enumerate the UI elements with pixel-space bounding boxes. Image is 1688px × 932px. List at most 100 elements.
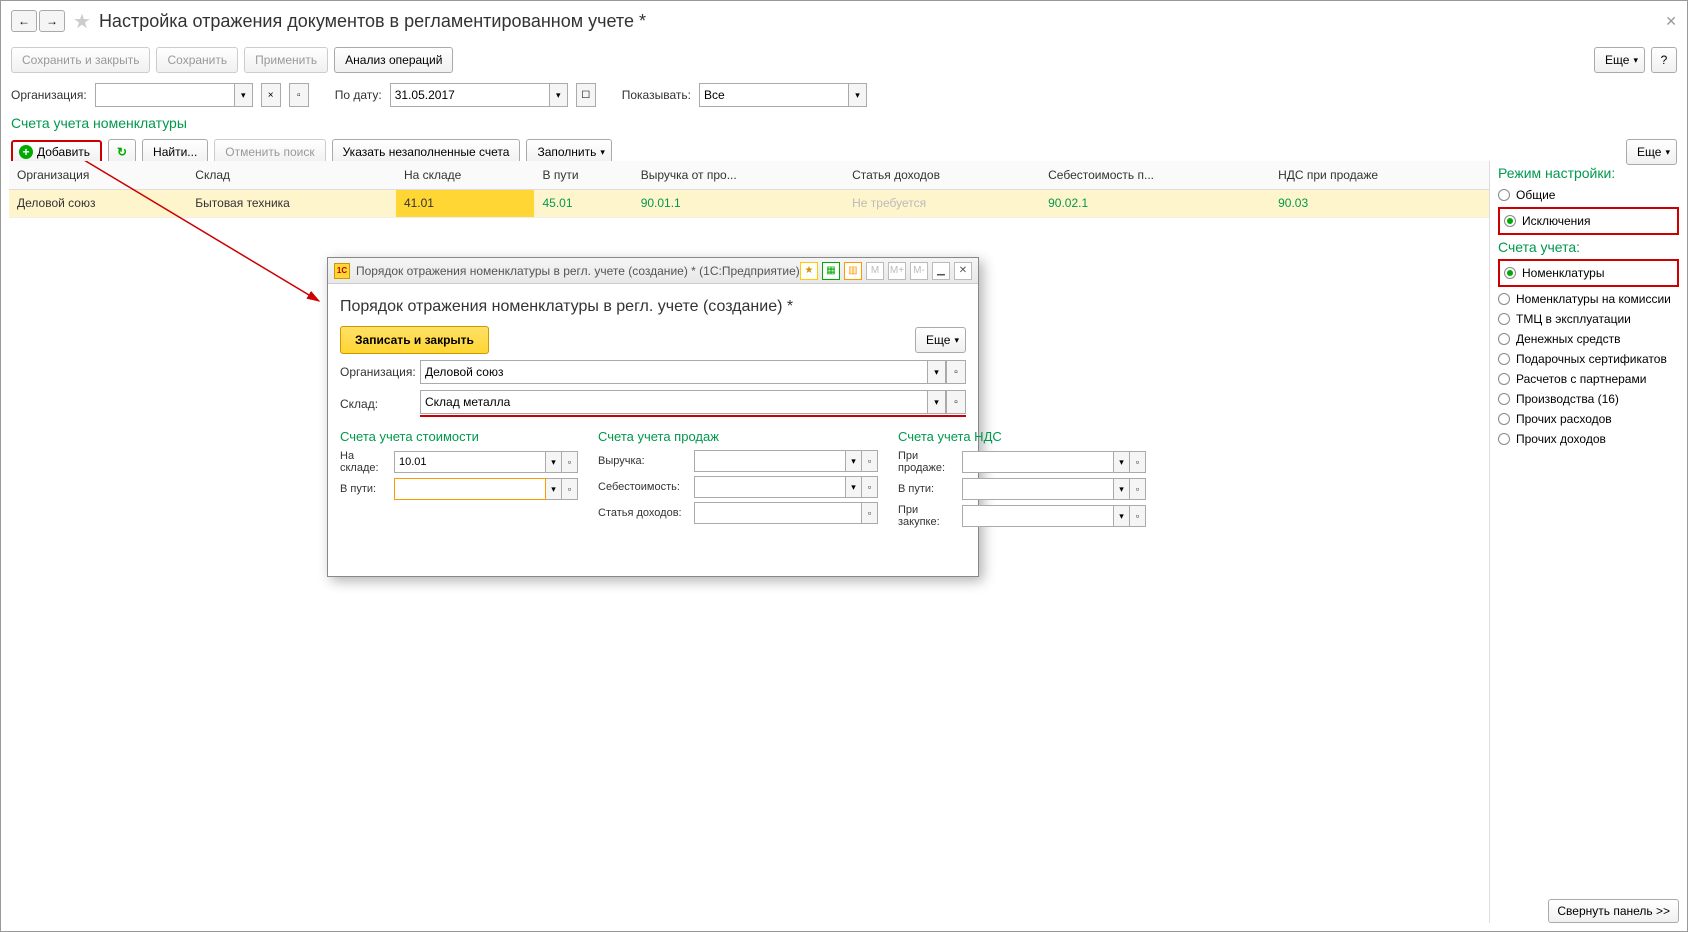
nds-buy-label: При закупке: [898, 504, 958, 528]
nds-buy-input[interactable]: ▾▫ [962, 505, 1146, 527]
acc-nomen-kom-radio[interactable]: Номенклатуры на комиссии [1498, 289, 1679, 309]
calendar-icon[interactable]: ☐ [576, 83, 596, 107]
dlg-sklad-label: Склад: [340, 397, 420, 411]
acc-cash-radio[interactable]: Денежных средств [1498, 329, 1679, 349]
grid-icon[interactable]: ▦ [822, 262, 840, 280]
acc-partners-radio[interactable]: Расчетов с партнерами [1498, 369, 1679, 389]
date-input[interactable]: ▾ [390, 83, 568, 107]
chevron-down-icon[interactable]: ▾ [849, 83, 867, 107]
col-statya[interactable]: Статья доходов [844, 161, 1040, 189]
accounts-head: Счета учета: [1498, 239, 1679, 255]
radio-icon [1504, 215, 1516, 227]
save-button[interactable]: Сохранить [156, 47, 238, 73]
filter-row: Организация: ▾ × ▫ По дату: ▾ ☐ Показыва… [1, 79, 1687, 111]
collapse-panel-button[interactable]: Свернуть панель >> [1548, 899, 1679, 923]
more-button[interactable]: Еще [1594, 47, 1645, 73]
chevron-down-icon[interactable]: ▾ [1114, 451, 1130, 473]
acc-nomen-radio[interactable]: Номенклатуры [1504, 263, 1673, 283]
dialog-more-button[interactable]: Еще [915, 327, 966, 353]
chevron-down-icon[interactable]: ▾ [928, 360, 946, 384]
help-button[interactable]: ? [1651, 47, 1677, 73]
nav-back-button[interactable]: ← [11, 10, 37, 32]
mode-common-radio[interactable]: Общие [1498, 185, 1679, 205]
dlg-sklad-input[interactable]: ▾ [420, 390, 946, 414]
org-input[interactable]: ▾ [95, 83, 253, 107]
acc-prod-radio[interactable]: Производства (16) [1498, 389, 1679, 409]
org-clear-button[interactable]: × [261, 83, 281, 107]
m-minus-button[interactable]: M- [910, 262, 928, 280]
radio-icon [1498, 333, 1510, 345]
nds-sale-input[interactable]: ▾▫ [962, 451, 1146, 473]
app-window: ← → ★ Настройка отражения документов в р… [0, 0, 1688, 932]
show-input[interactable]: ▾ [699, 83, 867, 107]
chevron-down-icon[interactable]: ▾ [928, 390, 946, 414]
col-nds[interactable]: НДС при продаже [1270, 161, 1489, 189]
radio-icon [1498, 189, 1510, 201]
inway-input[interactable]: ▾▫ [394, 478, 578, 500]
org-label: Организация: [11, 88, 87, 102]
statya-input[interactable]: ▫ [694, 502, 878, 524]
col-onstock[interactable]: На складе [396, 161, 535, 189]
onstock-input[interactable]: ▾▫ [394, 451, 578, 473]
left-pane: Организация Склад На складе В пути Выруч… [9, 161, 1489, 923]
open-ref-icon[interactable]: ▫ [562, 451, 578, 473]
sec-nds-head: Счета учета НДС [898, 429, 1146, 444]
analysis-button[interactable]: Анализ операций [334, 47, 453, 73]
col-revenue[interactable]: Выручка от про... [633, 161, 844, 189]
dialog-close-icon[interactable]: ✕ [954, 262, 972, 280]
dlg-org-label: Организация: [340, 365, 420, 379]
dialog-title-text: Порядок отражения номенклатуры в регл. у… [356, 264, 800, 278]
col-inway[interactable]: В пути [534, 161, 632, 189]
col-sklad[interactable]: Склад [187, 161, 396, 189]
chevron-down-icon[interactable]: ▾ [235, 83, 253, 107]
acc-tmc-radio[interactable]: ТМЦ в эксплуатации [1498, 309, 1679, 329]
open-ref-icon[interactable]: ▫ [946, 360, 966, 384]
chevron-down-icon[interactable]: ▾ [846, 476, 862, 498]
open-ref-icon[interactable]: ▫ [1130, 505, 1146, 527]
dlg-org-input[interactable]: ▾ [420, 360, 946, 384]
rev-input[interactable]: ▾▫ [694, 450, 878, 472]
dialog-titlebar[interactable]: 1C Порядок отражения номенклатуры в регл… [328, 258, 978, 284]
org-open-button[interactable]: ▫ [289, 83, 309, 107]
chevron-down-icon[interactable]: ▾ [546, 451, 562, 473]
write-close-button[interactable]: Записать и закрыть [340, 326, 489, 354]
open-ref-icon[interactable]: ▫ [1130, 451, 1146, 473]
main-toolbar: Сохранить и закрыть Сохранить Применить … [1, 41, 1687, 79]
radio-icon [1498, 293, 1510, 305]
mode-exceptions-radio[interactable]: Исключения [1504, 211, 1673, 231]
star-icon[interactable]: ★ [800, 262, 818, 280]
favorite-star-icon[interactable]: ★ [73, 9, 91, 34]
show-label: Показывать: [622, 88, 691, 102]
col-org[interactable]: Организация [9, 161, 187, 189]
open-ref-icon[interactable]: ▫ [862, 476, 878, 498]
chevron-down-icon[interactable]: ▾ [1114, 505, 1130, 527]
acc-inc-radio[interactable]: Прочих доходов [1498, 429, 1679, 449]
cost-input[interactable]: ▾▫ [694, 476, 878, 498]
open-ref-icon[interactable]: ▫ [1130, 478, 1146, 500]
col-cost[interactable]: Себестоимость п... [1040, 161, 1270, 189]
apply-button[interactable]: Применить [244, 47, 328, 73]
radio-icon [1498, 313, 1510, 325]
open-ref-icon[interactable]: ▫ [862, 450, 878, 472]
table-row[interactable]: Деловой союз Бытовая техника 41.01 45.01… [9, 189, 1489, 217]
open-ref-icon[interactable]: ▫ [562, 478, 578, 500]
nds-inway-label: В пути: [898, 483, 958, 495]
minimize-icon[interactable]: ▁ [932, 262, 950, 280]
acc-gift-radio[interactable]: Подарочных сертификатов [1498, 349, 1679, 369]
close-icon[interactable]: ✕ [1665, 13, 1677, 30]
m-plus-button[interactable]: M+ [888, 262, 906, 280]
open-ref-icon[interactable]: ▫ [946, 390, 966, 414]
calc-icon[interactable]: ▥ [844, 262, 862, 280]
chevron-down-icon[interactable]: ▾ [546, 478, 562, 500]
section-sales: Счета учета продаж Выручка:▾▫ Себестоимо… [598, 429, 878, 532]
m-button[interactable]: M [866, 262, 884, 280]
rev-label: Выручка: [598, 455, 690, 467]
chevron-down-icon[interactable]: ▾ [550, 83, 568, 107]
chevron-down-icon[interactable]: ▾ [846, 450, 862, 472]
acc-exp-radio[interactable]: Прочих расходов [1498, 409, 1679, 429]
nav-forward-button[interactable]: → [39, 10, 65, 32]
chevron-down-icon[interactable]: ▾ [1114, 478, 1130, 500]
nds-inway-input[interactable]: ▾▫ [962, 478, 1146, 500]
open-ref-icon[interactable]: ▫ [862, 502, 878, 524]
save-close-button[interactable]: Сохранить и закрыть [11, 47, 150, 73]
